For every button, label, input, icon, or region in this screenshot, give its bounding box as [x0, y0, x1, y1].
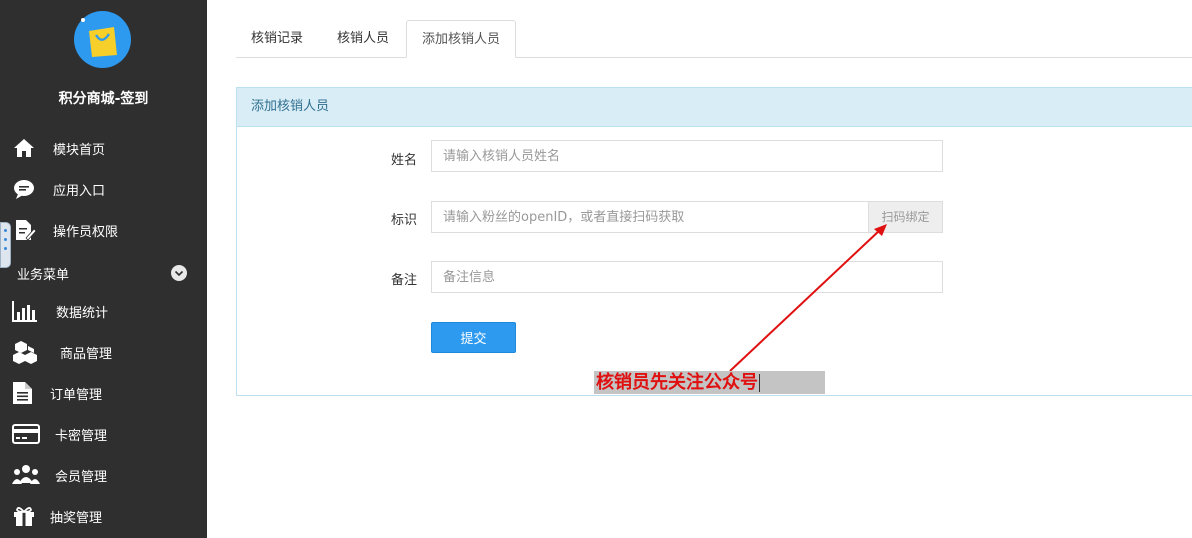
name-input[interactable] [431, 140, 943, 172]
sidebar-item-lottery-management[interactable]: 抽奖管理 [0, 499, 207, 533]
scan-bind-button[interactable]: 扫码绑定 [869, 201, 943, 233]
identifier-label: 标识 [390, 213, 417, 228]
sidebar-item-label: 卡密管理 [55, 428, 108, 444]
sidebar-item-order-management[interactable]: 订单管理 [0, 376, 207, 410]
home-icon [12, 136, 36, 160]
sidebar-item-label: 会员管理 [55, 469, 108, 485]
document-icon [12, 381, 36, 405]
sidebar-section-business-menu[interactable]: 业务菜单 [0, 260, 207, 286]
credit-card-icon [12, 422, 40, 446]
submit-button[interactable]: 提交 [431, 322, 516, 353]
sidebar-item-label: 订单管理 [50, 387, 103, 403]
cubes-icon [12, 340, 37, 364]
tab-verification-staff[interactable]: 核销人员 [322, 20, 404, 57]
bar-chart-icon [12, 299, 37, 323]
gift-icon [12, 504, 36, 528]
section-label: 业务菜单 [17, 268, 70, 283]
name-label: 姓名 [390, 153, 417, 168]
tab-verification-records[interactable]: 核销记录 [236, 20, 318, 57]
chat-bubble-icon [12, 177, 36, 201]
sidebar-item-label: 商品管理 [60, 346, 113, 362]
sidebar-item-label: 数据统计 [56, 305, 109, 321]
tab-add-verification-staff[interactable]: 添加核销人员 [406, 20, 517, 58]
tab-bar: 核销记录 核销人员 添加核销人员 [236, 20, 1192, 58]
remark-label: 备注 [390, 273, 417, 288]
users-icon [12, 463, 40, 487]
sidebar-item-label: 应用入口 [53, 183, 106, 199]
openid-input[interactable] [431, 201, 869, 233]
document-edit-icon [12, 218, 37, 242]
sidebar-item-data-stats[interactable]: 数据统计 [0, 294, 207, 328]
annotation-label: 核销员先关注公众号 [594, 371, 825, 394]
sidebar-item-product-management[interactable]: 商品管理 [0, 335, 207, 369]
sidebar-item-card-key-management[interactable]: 卡密管理 [0, 417, 207, 451]
sidebar-item-module-home[interactable]: 模块首页 [0, 131, 207, 165]
sidebar-item-member-management[interactable]: 会员管理 [0, 458, 207, 492]
add-staff-panel: 添加核销人员 姓名 标识 扫码绑定 备注 提交 [236, 87, 1192, 396]
sidebar-item-app-entry[interactable]: 应用入口 [0, 172, 207, 206]
shopping-bag-logo-icon [74, 11, 131, 68]
sidebar-item-label: 抽奖管理 [50, 510, 103, 526]
sidebar-item-label: 模块首页 [53, 142, 106, 158]
annotation-text: 核销员先关注公众号 [596, 372, 758, 393]
remark-input[interactable] [431, 261, 943, 293]
app-title: 积分商城-签到 [58, 91, 149, 107]
sidebar-item-label: 操作员权限 [53, 224, 119, 240]
sidebar: 积分商城-签到 模块首页 应用入口 操作员权限 业务菜单 数据统计 商品管理 订… [0, 0, 207, 538]
chevron-down-icon[interactable] [171, 265, 187, 281]
sidebar-item-operator-permissions[interactable]: 操作员权限 [0, 213, 207, 247]
panel-heading: 添加核销人员 [237, 88, 1192, 127]
